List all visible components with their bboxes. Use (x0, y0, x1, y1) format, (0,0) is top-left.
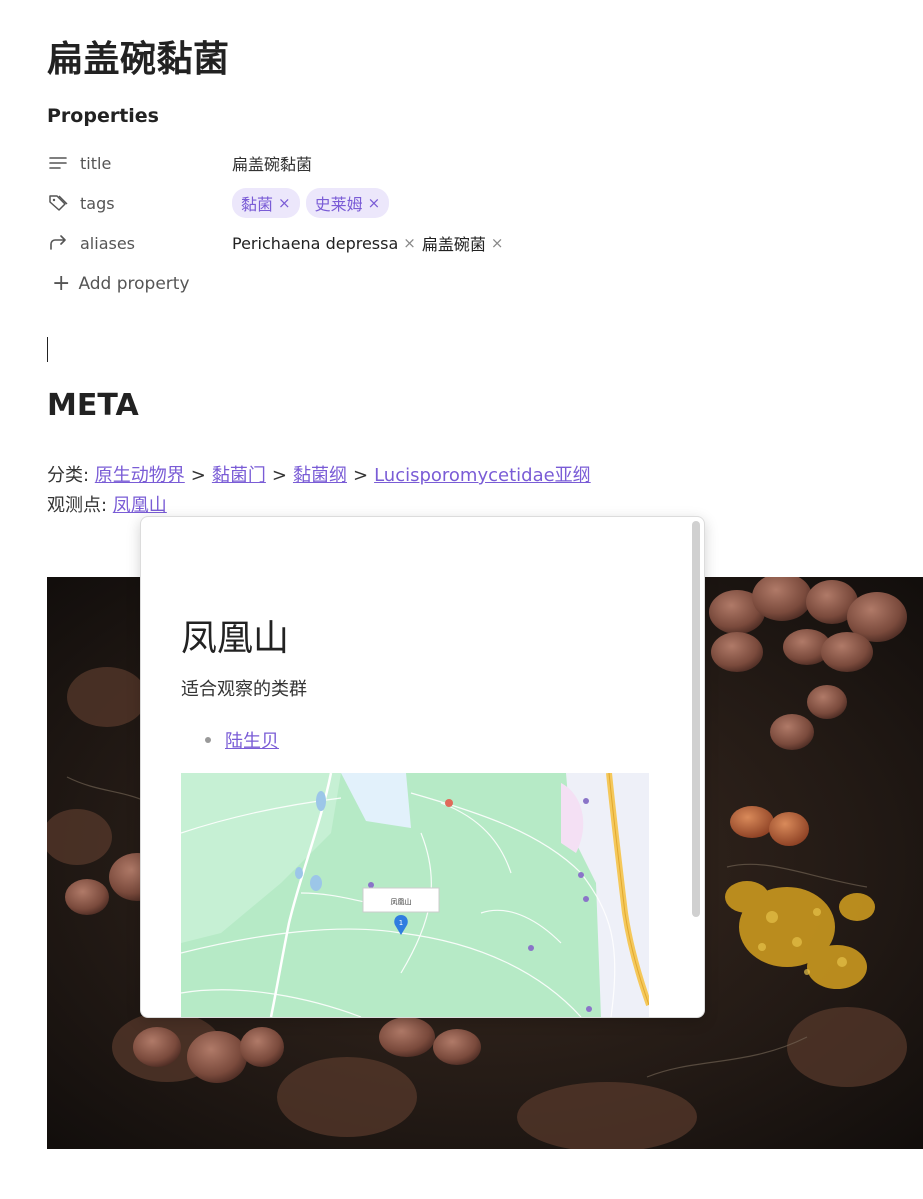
tag-label[interactable]: 黏菌 (241, 191, 273, 215)
observation-label: 观测点: (47, 495, 113, 516)
plus-icon: + (52, 271, 71, 296)
alias-remove-icon[interactable]: × (491, 234, 504, 252)
tag-remove-icon[interactable]: × (278, 194, 291, 212)
preview-title: 凤凰山 (181, 618, 290, 659)
map-marker-label: 凤凰山 (391, 897, 412, 906)
alias-remove-icon[interactable]: × (403, 234, 416, 252)
link-preview-popover[interactable]: 凤凰山 适合观察的类群 陆生贝 凤凰山 1 (140, 516, 705, 1018)
property-key-aliases[interactable]: aliases (80, 234, 232, 253)
meta-heading[interactable]: META (47, 388, 139, 423)
property-key-title[interactable]: title (80, 154, 232, 173)
map-marker-number: 1 (399, 919, 403, 927)
tags-icon[interactable] (47, 192, 69, 214)
properties-heading[interactable]: Properties (47, 105, 159, 127)
property-value-tags: 黏菌 × 史莱姆 × (232, 188, 395, 218)
arrow-forward-icon[interactable] (47, 232, 69, 254)
classification-label: 分类: (47, 465, 95, 486)
map-image: 凤凰山 1 (181, 773, 649, 1017)
note-title[interactable]: 扁盖碗黏菌 (47, 30, 230, 82)
alias-label[interactable]: 扁盖碗菌 (422, 231, 486, 255)
classification-separator: > (271, 465, 287, 486)
classification-separator: > (190, 465, 206, 486)
preview-item-link[interactable]: 陆生贝 (225, 727, 279, 753)
classification-separator: > (352, 465, 369, 486)
text-cursor (47, 337, 48, 362)
property-value-title[interactable]: 扁盖碗黏菌 (232, 151, 312, 175)
alias-item[interactable]: 扁盖碗菌 × (422, 231, 504, 255)
bullet-dot (205, 737, 211, 743)
classification-link[interactable]: 黏菌门 (212, 465, 266, 486)
preview-list-item: 陆生贝 (205, 727, 279, 753)
classification-line: 分类: 原生动物界 > 黏菌门 > 黏菌纲 > Lucisporomycetidae亚纲 (47, 461, 591, 487)
property-row-aliases: aliases Perichaena depressa × 扁盖碗菌 × (47, 228, 807, 258)
tag-pill[interactable]: 黏菌 × (232, 188, 300, 218)
popover-scrollbar[interactable] (692, 521, 700, 917)
property-row-title: title 扁盖碗黏菌 (47, 148, 807, 178)
text-lines-icon[interactable] (47, 152, 69, 174)
alias-label[interactable]: Perichaena depressa (232, 234, 398, 253)
classification-link[interactable]: 原生动物界 (95, 465, 185, 486)
observation-link[interactable]: 凤凰山 (113, 495, 167, 516)
tag-pill[interactable]: 史莱姆 × (305, 188, 390, 218)
classification-link[interactable]: Lucisporomycetidae亚纲 (374, 465, 591, 486)
property-value-aliases: Perichaena depressa × 扁盖碗菌 × (232, 231, 509, 255)
classification-link[interactable]: 黏菌纲 (293, 465, 347, 486)
property-key-tags[interactable]: tags (80, 194, 232, 213)
tag-remove-icon[interactable]: × (368, 194, 381, 212)
add-property-label: Add property (78, 274, 190, 294)
alias-item[interactable]: Perichaena depressa × (232, 234, 416, 253)
property-row-tags: tags 黏菌 × 史莱姆 × (47, 188, 807, 218)
tag-label[interactable]: 史莱姆 (315, 191, 363, 215)
preview-subtitle: 适合观察的类群 (181, 679, 307, 700)
add-property-button[interactable]: + Add property (52, 273, 190, 295)
observation-line: 观测点: 凤凰山 (47, 491, 167, 517)
